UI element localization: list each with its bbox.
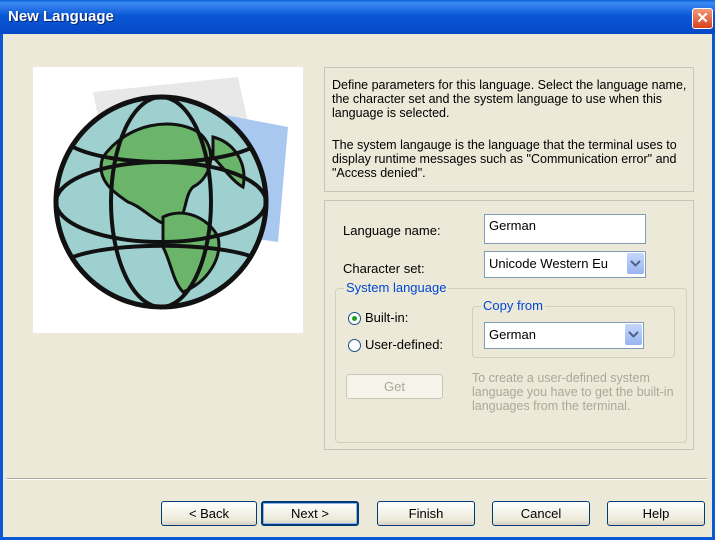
chevron-down-icon[interactable] (627, 253, 644, 274)
copy-from-legend: Copy from (481, 298, 545, 313)
next-button[interactable]: Next > (261, 501, 359, 526)
userdefined-label[interactable]: User-defined: (365, 337, 443, 352)
cancel-button[interactable]: Cancel (492, 501, 590, 526)
userdefined-radio[interactable] (348, 339, 361, 352)
description-text-1: Define parameters for this language. Sel… (332, 78, 687, 120)
get-hint-text: To create a user-defined system language… (472, 371, 674, 413)
character-set-value: Unicode Western Eu (489, 256, 608, 271)
finish-button[interactable]: Finish (377, 501, 475, 526)
get-button[interactable]: Get (346, 374, 443, 399)
title-bar[interactable]: New Language ✕ (0, 0, 715, 34)
globe-icon (53, 77, 288, 310)
language-name-label: Language name: (343, 223, 441, 238)
description-panel: Define parameters for this language. Sel… (324, 67, 694, 192)
chevron-down-icon[interactable] (625, 324, 642, 345)
copy-from-group: Copy from German (472, 298, 675, 358)
description-text-2: The system langauge is the language that… (332, 138, 677, 180)
window-frame-left (0, 34, 3, 540)
window-title: New Language (8, 8, 114, 25)
builtin-label[interactable]: Built-in: (365, 310, 408, 325)
character-set-select[interactable]: Unicode Western Eu (484, 251, 646, 278)
system-language-group: System language Built-in: User-defined: … (335, 280, 687, 443)
help-button[interactable]: Help (607, 501, 705, 526)
language-parameters-panel: Language name: German Character set: Uni… (324, 200, 694, 450)
close-button[interactable]: ✕ (692, 8, 713, 29)
globe-illustration (33, 67, 303, 333)
character-set-label: Character set: (343, 261, 425, 276)
language-name-input[interactable]: German (484, 214, 646, 244)
close-icon: ✕ (696, 10, 709, 27)
copy-from-value: German (489, 327, 536, 342)
back-button[interactable]: < Back (161, 501, 257, 526)
system-language-legend: System language (344, 280, 449, 295)
copy-from-select[interactable]: German (484, 322, 644, 349)
builtin-radio[interactable] (348, 312, 361, 325)
